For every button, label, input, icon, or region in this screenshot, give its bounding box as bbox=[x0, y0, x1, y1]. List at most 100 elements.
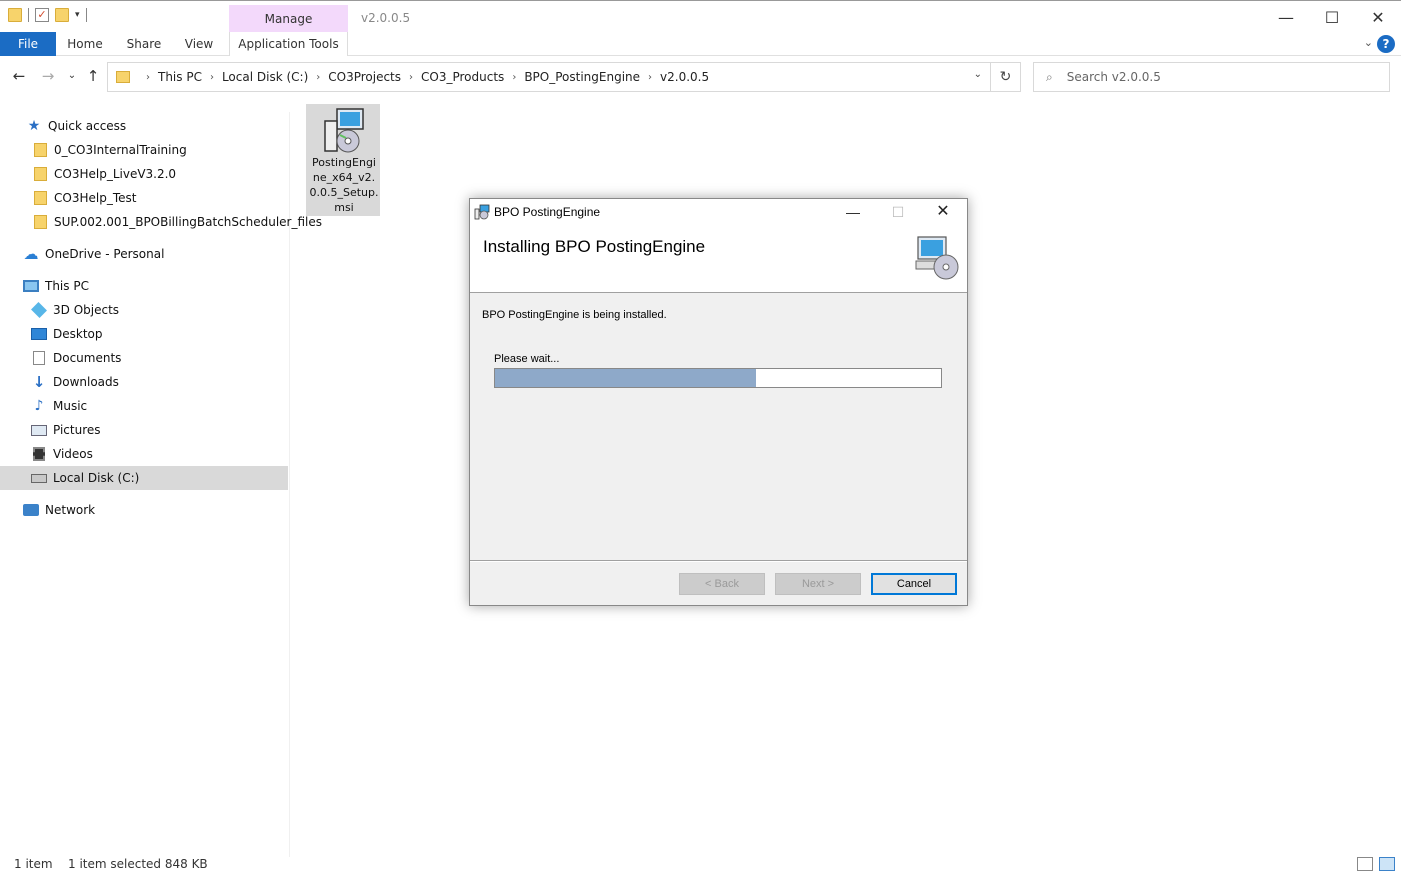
chevron-right-icon[interactable]: › bbox=[210, 72, 214, 83]
breadcrumb-co3projects[interactable]: CO3Projects bbox=[328, 70, 401, 84]
breadcrumb-this-pc[interactable]: This PC bbox=[158, 70, 202, 84]
sidebar-item-onedrive[interactable]: ☁ OneDrive - Personal bbox=[0, 242, 288, 266]
manage-contextual-tab: Manage bbox=[229, 5, 348, 33]
chevron-right-icon[interactable]: › bbox=[409, 72, 413, 83]
sidebar-item-label: CO3Help_Test bbox=[54, 191, 137, 205]
install-message: BPO PostingEngine is being installed. bbox=[482, 309, 667, 321]
sidebar-item-label: Pictures bbox=[53, 423, 101, 437]
sidebar-item-label: Videos bbox=[53, 447, 93, 461]
breadcrumb: › This PC › Local Disk (C:) › CO3Project… bbox=[138, 70, 709, 84]
breadcrumb-bpo-postingengine[interactable]: BPO_PostingEngine bbox=[524, 70, 640, 84]
recent-locations-button[interactable]: ⌄ bbox=[62, 66, 82, 86]
search-box: ⌕ bbox=[1033, 62, 1390, 92]
file-name: PostingEngine_x64_v2.0.0.5_Setup.msi bbox=[309, 156, 379, 214]
wait-text: Please wait... bbox=[494, 353, 560, 365]
sidebar-item-label: OneDrive - Personal bbox=[45, 247, 165, 261]
new-folder-icon[interactable] bbox=[55, 8, 69, 22]
selection-info: 1 item selected 848 KB bbox=[68, 857, 208, 871]
installer-app-icon bbox=[474, 204, 490, 220]
view-switcher bbox=[1357, 857, 1395, 871]
address-dropdown-icon[interactable]: ⌄ bbox=[974, 69, 982, 80]
download-icon: ↓ bbox=[32, 373, 46, 391]
sidebar-item-music[interactable]: ♪ Music bbox=[0, 394, 288, 418]
sidebar-item-desktop[interactable]: Desktop bbox=[0, 322, 288, 346]
dialog-heading: Installing BPO PostingEngine bbox=[483, 237, 706, 256]
forward-button[interactable]: → bbox=[38, 66, 58, 86]
tab-share[interactable]: Share bbox=[122, 32, 166, 56]
sidebar-item-documents[interactable]: Documents bbox=[0, 346, 288, 370]
sidebar-item-label: 3D Objects bbox=[53, 303, 120, 317]
sidebar-item-label: SUP.002.001_BPOBillingBatchScheduler_fil… bbox=[54, 215, 323, 229]
sidebar-item-this-pc[interactable]: This PC bbox=[0, 274, 288, 298]
tab-application-tools[interactable]: Application Tools bbox=[229, 32, 348, 56]
sidebar-item-local-disk[interactable]: Local Disk (C:) bbox=[0, 466, 288, 490]
up-button[interactable]: ↑ bbox=[83, 66, 103, 86]
sidebar-item-quick-access[interactable]: ★ Quick access bbox=[0, 114, 288, 138]
breadcrumb-version[interactable]: v2.0.0.5 bbox=[660, 70, 709, 84]
breadcrumb-local-disk[interactable]: Local Disk (C:) bbox=[222, 70, 308, 84]
tab-file[interactable]: File bbox=[0, 32, 56, 56]
chevron-right-icon[interactable]: › bbox=[146, 72, 150, 83]
help-icon[interactable]: ? bbox=[1377, 35, 1395, 53]
chevron-right-icon[interactable]: › bbox=[512, 72, 516, 83]
sidebar-item-label: Downloads bbox=[53, 375, 119, 389]
film-icon bbox=[33, 447, 45, 461]
folder-icon bbox=[34, 215, 47, 229]
sidebar-item-label: Network bbox=[45, 503, 96, 517]
folder-icon bbox=[34, 143, 47, 157]
search-input[interactable] bbox=[1066, 70, 1357, 84]
sidebar-item-videos[interactable]: Videos bbox=[0, 442, 288, 466]
refresh-button[interactable]: ↻ bbox=[990, 63, 1020, 91]
details-view-icon[interactable] bbox=[1357, 857, 1373, 871]
sidebar-item-label: Music bbox=[53, 399, 88, 413]
title-bar: ✓ ▾ Manage v2.0.0.5 — ☐ ✕ bbox=[0, 0, 1401, 33]
tab-home[interactable]: Home bbox=[62, 32, 108, 56]
back-button[interactable]: ← bbox=[9, 66, 29, 86]
cancel-button[interactable]: Cancel bbox=[871, 573, 957, 595]
picture-icon bbox=[31, 424, 47, 436]
divider bbox=[28, 8, 29, 22]
sidebar-item-label: Documents bbox=[53, 351, 122, 365]
sidebar-item-pictures[interactable]: Pictures bbox=[0, 418, 288, 442]
sidebar-item-sup-002-001[interactable]: SUP.002.001_BPOBillingBatchScheduler_fil… bbox=[0, 210, 322, 234]
cloud-icon: ☁ bbox=[23, 245, 39, 263]
sidebar-item-0-co3internaltraining[interactable]: 0_CO3InternalTraining bbox=[0, 138, 288, 162]
dialog-title-bar: BPO PostingEngine — ☐ ✕ bbox=[470, 199, 967, 225]
dialog-title: BPO PostingEngine bbox=[494, 205, 601, 219]
sidebar-item-label: This PC bbox=[45, 279, 89, 293]
progress-fill bbox=[495, 369, 756, 387]
file-item-msi[interactable]: PostingEngine_x64_v2.0.0.5_Setup.msi bbox=[306, 104, 380, 216]
folder-icon[interactable] bbox=[8, 8, 22, 22]
sidebar-item-downloads[interactable]: ↓ Downloads bbox=[0, 370, 288, 394]
expand-ribbon-icon[interactable]: ⌄ bbox=[1364, 36, 1373, 49]
close-button[interactable]: ✕ bbox=[1355, 1, 1401, 33]
large-icons-view-icon[interactable] bbox=[1379, 857, 1395, 871]
dialog-minimize-button[interactable]: — bbox=[831, 199, 875, 225]
sidebar-item-label: 0_CO3InternalTraining bbox=[54, 143, 187, 157]
drive-icon bbox=[31, 473, 47, 483]
breadcrumb-co3-products[interactable]: CO3_Products bbox=[421, 70, 504, 84]
computer-cd-icon bbox=[915, 236, 959, 280]
sidebar-item-co3help-livev3-2-0[interactable]: CO3Help_LiveV3.2.0 bbox=[0, 162, 288, 186]
chevron-right-icon[interactable]: › bbox=[316, 72, 320, 83]
address-bar[interactable]: › This PC › Local Disk (C:) › CO3Project… bbox=[107, 62, 1021, 92]
minimize-button[interactable]: — bbox=[1263, 1, 1309, 33]
window-controls: — ☐ ✕ bbox=[1263, 1, 1401, 33]
dialog-close-button[interactable]: ✕ bbox=[921, 199, 965, 225]
tab-view[interactable]: View bbox=[180, 32, 218, 56]
folder-icon bbox=[116, 71, 130, 83]
sidebar-item-network[interactable]: Network bbox=[0, 498, 288, 522]
customize-toolbar-icon[interactable]: ▾ bbox=[75, 10, 80, 20]
search-icon: ⌕ bbox=[1046, 69, 1053, 84]
chevron-right-icon[interactable]: › bbox=[648, 72, 652, 83]
document-icon bbox=[33, 351, 45, 365]
properties-icon[interactable]: ✓ bbox=[35, 8, 49, 22]
window-title: v2.0.0.5 bbox=[361, 11, 411, 25]
sidebar-item-co3help-test[interactable]: CO3Help_Test bbox=[0, 186, 288, 210]
installer-package-icon bbox=[324, 108, 364, 153]
music-icon: ♪ bbox=[34, 398, 44, 414]
status-bar: 1 item 1 item selected 848 KB bbox=[0, 856, 1401, 875]
folder-icon bbox=[34, 167, 47, 181]
maximize-button[interactable]: ☐ bbox=[1309, 1, 1355, 33]
sidebar-item-3d-objects[interactable]: 3D Objects bbox=[0, 298, 288, 322]
